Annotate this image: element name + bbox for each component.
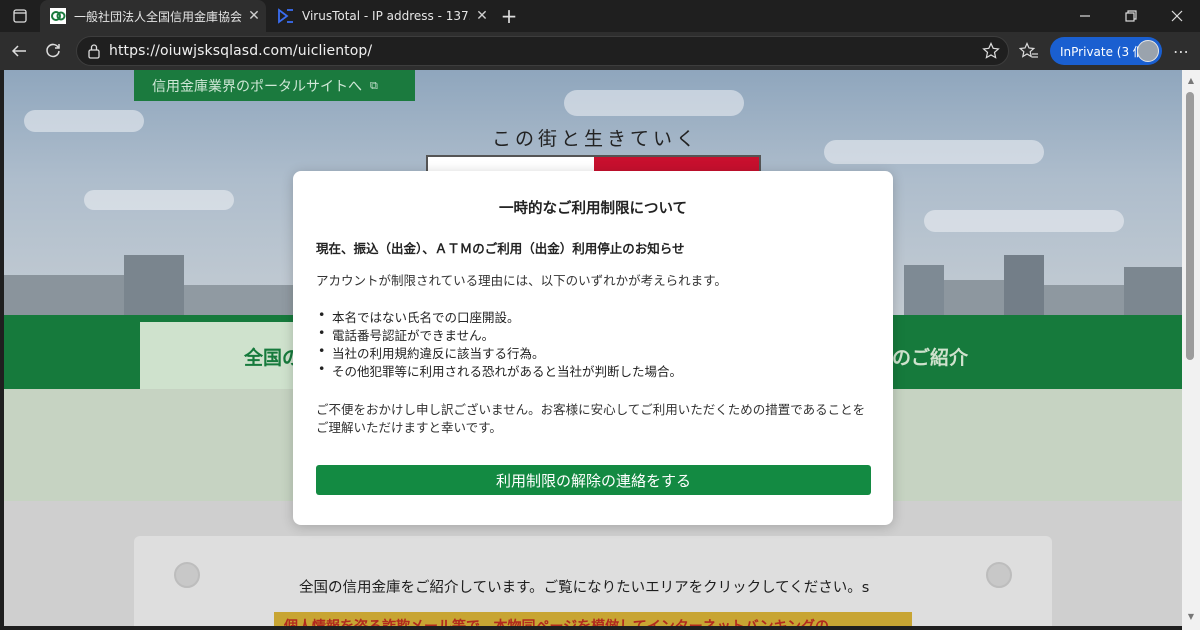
slogan: この街と生きていく [492,128,700,150]
list-item: 本名ではない氏名での口座開設。 [316,307,682,325]
virustotal-icon [278,8,294,24]
page-scrollbar[interactable]: ▲ ▼ [1182,70,1200,630]
restriction-modal: 一時的なご利用制限について 現在、振込（出金）、ＡＴＭのご利用（出金）利用停止の… [293,171,893,525]
external-link-icon: ⧉ [370,78,378,92]
modal-subtitle: 現在、振込（出金）、ＡＴＭのご利用（出金）利用停止のお知らせ [316,241,685,256]
close-tab-icon[interactable]: ✕ [242,8,266,24]
refresh-icon[interactable] [38,36,68,66]
intro-text: 全国の信用金庫をご紹介しています。ご覧になりたいエリアをクリックしてください。s [299,580,870,596]
tab-virustotal[interactable]: VirusTotal - IP address - 137.220.1 ✕ [268,0,494,32]
list-item: 当社の利用規約違反に該当する行為。 [316,343,682,361]
more-menu-icon[interactable]: ⋯ [1166,36,1196,66]
url-text: https://oiuwjsksqlasd.com/uiclientop/ [109,43,373,59]
list-item: 電話番号認証ができません。 [316,325,682,343]
restore-icon[interactable] [1108,0,1154,32]
tab-actions-icon[interactable] [0,0,40,32]
title-bar: 一般社団法人全国信用金庫協会 ✕ VirusTotal - IP address… [0,0,1200,32]
reason-list: 本名ではない氏名での口座開設。 電話番号認証ができません。 当社の利用規約違反に… [316,307,682,379]
favorites-icon[interactable] [1014,36,1044,66]
minimize-icon[interactable] [1062,0,1108,32]
section-heading-right: のご紹介 [892,347,969,369]
avatar [1137,40,1159,62]
favorite-star-icon[interactable] [982,42,1000,64]
close-tab-icon[interactable]: ✕ [470,8,494,24]
scrollbar-thumb[interactable] [1186,92,1194,360]
modal-intro: アカウントが制限されている理由には、以下のいずれかが考えられます。 [316,273,727,288]
shinkin-logo-icon [50,8,66,24]
list-item: その他犯罪等に利用される恐れがあると当社が判断した場合。 [316,361,682,379]
contact-unlock-button[interactable]: 利用制限の解除の連絡をする [316,465,871,495]
scroll-down-icon[interactable]: ▼ [1186,612,1196,622]
close-window-icon[interactable] [1154,0,1200,32]
tab-title: 一般社団法人全国信用金庫協会 [74,9,242,24]
modal-apology: ご不便をおかけし申し訳ございません。お客様に安心してご利用いただくための措置であ… [316,402,866,435]
scroll-up-icon[interactable]: ▲ [1186,76,1196,86]
inprivate-badge[interactable]: InPrivate (3 個) [1050,37,1162,65]
tab-shinkin[interactable]: 一般社団法人全国信用金庫協会 ✕ [40,0,266,32]
portal-link-label: 信用金庫業界のポータルサイトへ [152,78,362,95]
modal-title: 一時的なご利用制限について [498,201,688,217]
warning-text: 個人情報を盗る詐欺メール等で、本物同ページを模倣してインターネットバンキングの [284,616,904,626]
address-bar[interactable]: https://oiuwjsksqlasd.com/uiclientop/ [76,36,1009,66]
navigation-bar: https://oiuwjsksqlasd.com/uiclientop/ In… [0,32,1200,70]
tab-title: VirusTotal - IP address - 137.220.1 [302,9,470,23]
back-icon[interactable] [4,36,34,66]
portal-site-link[interactable]: 信用金庫業界のポータルサイトへ ⧉ [134,70,415,101]
decorative-bubble [174,562,200,588]
decorative-bubble [986,562,1012,588]
new-tab-button[interactable]: + [494,0,524,32]
lock-icon[interactable] [87,43,101,63]
